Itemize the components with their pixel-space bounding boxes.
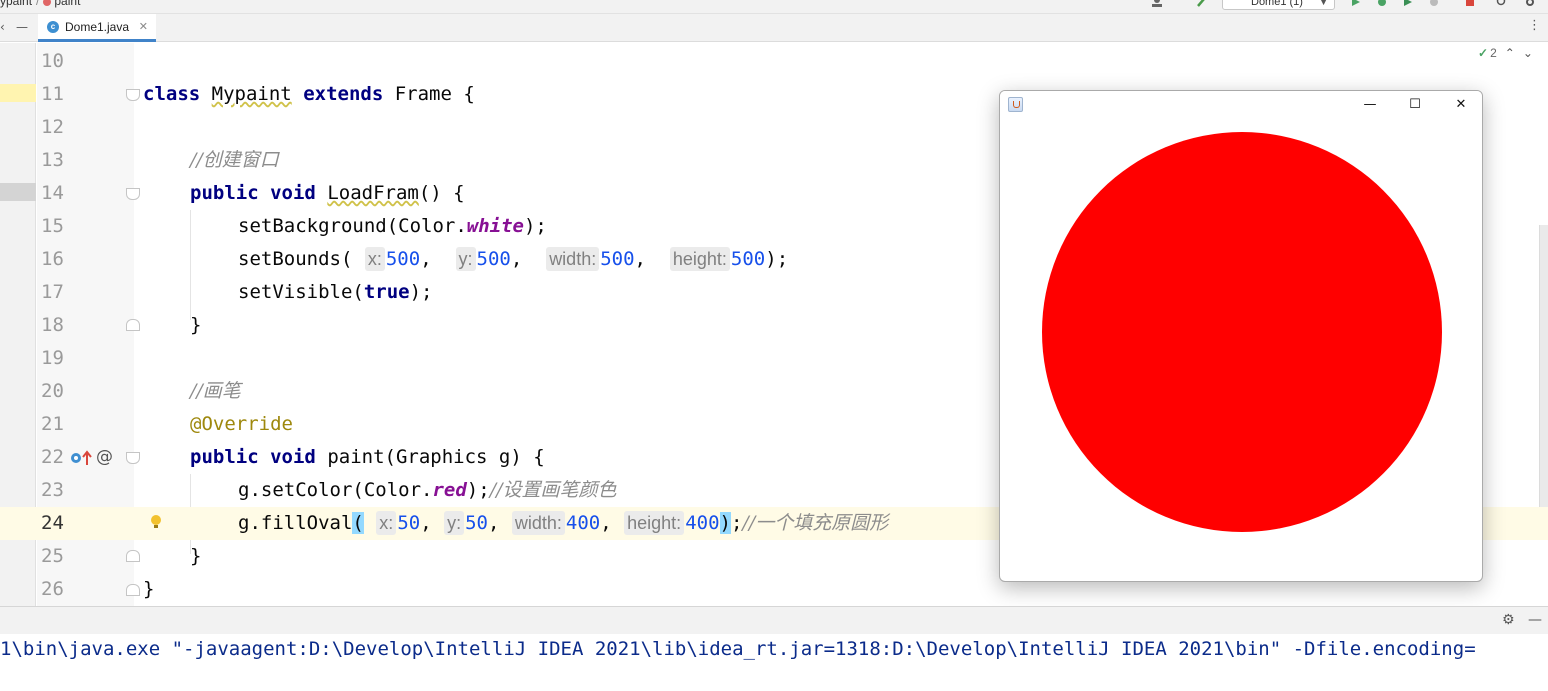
tab-dome1-java[interactable]: c Dome1.java ✕ bbox=[38, 14, 156, 42]
line-number: 19 bbox=[41, 347, 64, 369]
run-configuration-dropdown[interactable]: Dome1 (1) ▼ bbox=[1222, 0, 1335, 10]
settings-gear-icon[interactable]: ⚙ bbox=[1502, 612, 1515, 628]
close-icon[interactable]: ✕ bbox=[139, 14, 148, 40]
run-console-header: ⚙ — bbox=[0, 606, 1548, 634]
tabs-scroll-left-icon[interactable]: ‹ bbox=[0, 20, 5, 34]
code-text: //创建窗口 bbox=[190, 149, 279, 171]
run-icon[interactable] bbox=[1350, 0, 1362, 7]
code-text: } bbox=[190, 545, 202, 567]
line-number: 23 bbox=[41, 479, 64, 501]
code-text: } bbox=[190, 314, 202, 336]
line-number: 24 bbox=[41, 512, 64, 534]
more-options-icon[interactable]: ⋮ bbox=[1528, 19, 1541, 32]
line-number: 10 bbox=[41, 50, 64, 72]
code-text: } bbox=[143, 578, 155, 600]
parameter-hint: y: bbox=[455, 247, 476, 271]
profile-icon[interactable] bbox=[1428, 0, 1440, 7]
code-line: 10 bbox=[0, 45, 1548, 78]
frame-canvas bbox=[1042, 132, 1442, 532]
line-number: 14 bbox=[41, 182, 64, 204]
code-text: //画笔 bbox=[190, 380, 241, 402]
parameter-hint: height: bbox=[624, 511, 685, 535]
settings-gear-icon[interactable] bbox=[1524, 0, 1536, 7]
run-config-label: Dome1 (1) bbox=[1251, 0, 1303, 8]
fold-marker-icon[interactable] bbox=[126, 584, 140, 596]
line-number: 17 bbox=[41, 281, 64, 303]
parameter-hint: width: bbox=[511, 511, 565, 535]
minimize-panel-icon[interactable]: — bbox=[1528, 612, 1542, 628]
editor-tab-bar: ‹ — c Dome1.java ✕ ⋮ bbox=[0, 14, 1548, 42]
debug-icon[interactable] bbox=[1376, 0, 1388, 7]
parameter-hint: width: bbox=[546, 247, 600, 271]
parameter-hint: x: bbox=[364, 247, 385, 271]
line-number: 25 bbox=[41, 545, 64, 567]
paint-file-icon bbox=[43, 0, 52, 6]
line-number: 12 bbox=[41, 116, 64, 138]
fold-marker-icon[interactable] bbox=[126, 319, 140, 331]
parameter-hint: x: bbox=[376, 511, 397, 535]
user-icon[interactable] bbox=[1152, 0, 1164, 7]
console-output-line: 1\bin\java.exe "-javaagent:D:\Develop\In… bbox=[0, 638, 1476, 660]
chevron-down-icon: ▼ bbox=[1319, 0, 1328, 7]
java-frame-window[interactable]: — ☐ ✕ bbox=[999, 90, 1483, 582]
stop-icon[interactable] bbox=[1464, 0, 1476, 7]
line-number: 21 bbox=[41, 413, 64, 435]
tab-label: Dome1.java bbox=[65, 20, 130, 34]
overrides-method-icon[interactable] bbox=[70, 450, 96, 466]
fold-marker-icon[interactable] bbox=[126, 550, 140, 562]
line-number: 13 bbox=[41, 149, 64, 171]
code-text: g.fillOval( x: 50, y: 50, width: 400, heigh… bbox=[238, 511, 889, 535]
line-number: 18 bbox=[41, 314, 64, 336]
code-text: setBackground(Color.white); bbox=[238, 215, 547, 237]
minimize-panel-icon[interactable]: — bbox=[16, 20, 28, 34]
fold-marker-icon[interactable] bbox=[126, 452, 140, 464]
annotation-at-icon[interactable]: @ bbox=[96, 441, 113, 474]
navigation-bar: ypaint / paint Dome1 (1) ▼ bbox=[0, 0, 1548, 14]
code-text: @Override bbox=[190, 413, 293, 435]
java-class-icon: c bbox=[47, 21, 59, 33]
build-hammer-icon[interactable] bbox=[1196, 0, 1208, 7]
code-text: public void LoadFram() { bbox=[190, 182, 465, 204]
lightbulb-icon[interactable] bbox=[150, 514, 162, 530]
fold-marker-icon[interactable] bbox=[126, 89, 140, 101]
line-number: 26 bbox=[41, 578, 64, 600]
parameter-hint: y: bbox=[444, 511, 465, 535]
code-text: setVisible(true); bbox=[238, 281, 433, 303]
breadcrumb-project[interactable]: ypaint bbox=[0, 0, 32, 8]
breadcrumb: ypaint / paint bbox=[0, 0, 80, 8]
run-console[interactable]: 1\bin\java.exe "-javaagent:D:\Develop\In… bbox=[0, 634, 1548, 691]
code-text: class Mypaint extends Frame { bbox=[143, 83, 475, 105]
search-icon[interactable] bbox=[1496, 0, 1508, 7]
breadcrumb-file[interactable]: paint bbox=[54, 0, 80, 8]
coverage-icon[interactable] bbox=[1402, 0, 1414, 7]
code-text: public void paint(Graphics g) { bbox=[190, 446, 545, 468]
parameter-hint: height: bbox=[669, 247, 730, 271]
line-number: 16 bbox=[41, 248, 64, 270]
line-number: 20 bbox=[41, 380, 64, 402]
line-number: 11 bbox=[41, 83, 64, 105]
code-text: g.setColor(Color.red);//设置画笔颜色 bbox=[238, 479, 617, 501]
line-number: 15 bbox=[41, 215, 64, 237]
code-text: setBounds( x: 500, y: 500, width: 500, heig… bbox=[238, 247, 789, 271]
fold-marker-icon[interactable] bbox=[126, 188, 140, 200]
filled-red-circle bbox=[1042, 132, 1442, 532]
breadcrumb-separator: / bbox=[36, 0, 40, 8]
